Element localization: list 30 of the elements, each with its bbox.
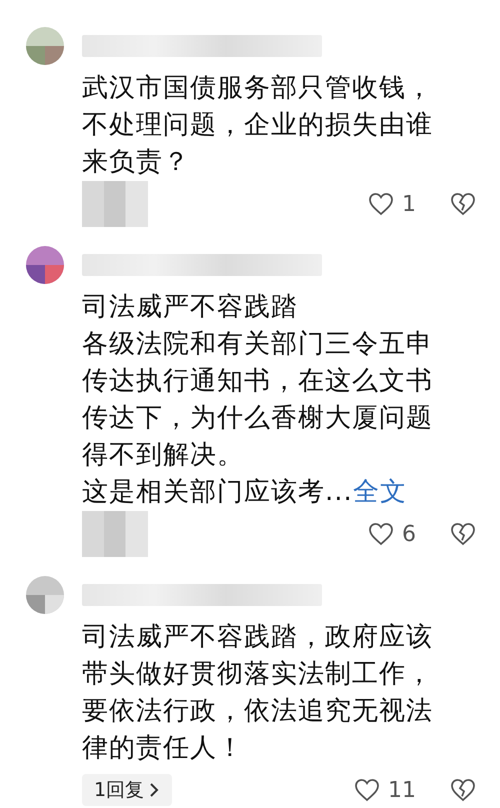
comment-text-line: 武汉市国债服务部只管收钱， xyxy=(82,72,434,105)
comment-text-line: 带头做好贯彻落实法制工作， xyxy=(82,658,434,691)
avatar[interactable] xyxy=(26,27,64,65)
comment-text-line: 传达下，为什么香榭大厦问题 xyxy=(82,402,434,435)
avatar[interactable] xyxy=(26,576,64,614)
heart-icon[interactable] xyxy=(368,192,394,216)
broken-heart-icon[interactable] xyxy=(450,192,476,216)
comment-text-line: 传达执行通知书，在这么文书 xyxy=(82,365,434,398)
avatar[interactable] xyxy=(26,246,64,284)
replies-button[interactable]: 1回复 xyxy=(82,774,172,806)
comment-text-line: 司法威严不容践踏，政府应该 xyxy=(82,621,434,654)
like-count: 11 xyxy=(388,778,416,802)
comment-text-line: 各级法院和有关部门三令五申 xyxy=(82,328,434,361)
like-count: 6 xyxy=(402,522,416,546)
comment-text-line: 要依法行政，依法追究无视法 xyxy=(82,695,434,728)
comment-text-line: 司法威严不容践踏 xyxy=(82,291,299,324)
comment-text-line: 不处理问题，企业的损失由谁 xyxy=(82,109,434,142)
broken-heart-icon[interactable] xyxy=(450,778,476,802)
comment-text-line: 来负责？ xyxy=(82,146,191,179)
chevron-icon xyxy=(148,782,160,798)
like-count: 1 xyxy=(402,192,416,216)
blurred-block xyxy=(82,181,148,227)
blurred-block xyxy=(82,511,148,557)
broken-heart-icon[interactable] xyxy=(450,522,476,546)
comment-text-line: 这是相关部门应该考...全文 xyxy=(82,476,408,509)
heart-icon[interactable] xyxy=(368,522,394,546)
heart-icon[interactable] xyxy=(354,778,380,802)
comment-text-line: 得不到解决。 xyxy=(82,439,245,472)
comment-text-line: 律的责任人！ xyxy=(82,732,245,765)
full-text-link[interactable]: 全文 xyxy=(352,477,407,507)
